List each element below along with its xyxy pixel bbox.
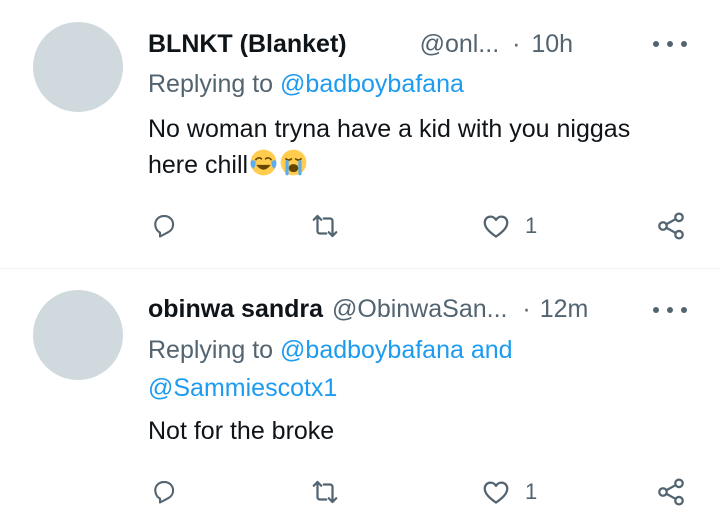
- tweet-header: obinwa sandra @ObinwaSan... · 12m: [148, 289, 620, 329]
- replying-to: Replying to @badboybafana and: [148, 331, 513, 369]
- mention-link-2[interactable]: @Sammiescotx1: [148, 369, 337, 407]
- like-count: 1: [525, 213, 538, 238]
- tweet-actions: 1: [0, 472, 720, 512]
- share-button[interactable]: [655, 472, 687, 512]
- tweet-actions: 1: [0, 206, 720, 246]
- reply-button[interactable]: [150, 206, 178, 246]
- separator-dot: ·: [512, 30, 521, 58]
- like-button[interactable]: 1: [481, 472, 537, 512]
- heart-icon: [483, 215, 509, 238]
- avatar[interactable]: [33, 22, 123, 112]
- retweet-icon: [312, 480, 338, 504]
- more-options-icon[interactable]: [653, 305, 687, 315]
- tweet-header: BLNKT (Blanket) @onl... · 10h: [148, 24, 620, 64]
- replying-to: Replying to @badboybafana: [148, 65, 464, 103]
- retweet-icon: [312, 214, 338, 238]
- replying-to-label: Replying to: [148, 336, 274, 364]
- avatar[interactable]: [33, 290, 123, 380]
- share-button[interactable]: [655, 206, 687, 246]
- timestamp[interactable]: 12m: [540, 295, 589, 323]
- mention-link[interactable]: @badboybafana: [280, 70, 464, 98]
- like-button[interactable]: 1: [481, 206, 537, 246]
- mention-link[interactable]: @badboybafana and: [280, 336, 513, 364]
- loudly-crying-face-icon: [280, 149, 307, 176]
- like-count: 1: [525, 479, 538, 504]
- separator-dot: ·: [522, 295, 531, 323]
- tweet-text: here chill: [148, 151, 249, 179]
- tweet-2[interactable]: obinwa sandra @ObinwaSan... · 12m Replyi…: [0, 269, 720, 510]
- more-options-icon[interactable]: [653, 39, 687, 49]
- display-name[interactable]: obinwa sandra: [148, 295, 323, 323]
- replying-to-label: Replying to: [148, 70, 274, 98]
- reply-button[interactable]: [150, 472, 178, 512]
- share-icon: [658, 478, 684, 506]
- tweet-text-line-1: No woman tryna have a kid with you nigga…: [148, 115, 631, 143]
- tweet-text-line-1: Not for the broke: [148, 417, 335, 445]
- reply-icon: [154, 481, 175, 504]
- user-handle[interactable]: @ObinwaSan...: [332, 295, 507, 323]
- user-handle[interactable]: @onl...: [420, 30, 500, 58]
- tweet-1[interactable]: BLNKT (Blanket) @onl... · 10h Replying t…: [0, 0, 720, 268]
- retweet-button[interactable]: [310, 472, 340, 512]
- retweet-button[interactable]: [310, 206, 340, 246]
- share-icon: [658, 212, 684, 240]
- timestamp[interactable]: 10h: [531, 30, 573, 58]
- display-name[interactable]: BLNKT (Blanket): [148, 30, 347, 58]
- reply-icon: [154, 215, 175, 238]
- tweet-text-line-2: here chill: [148, 146, 308, 184]
- heart-icon: [483, 481, 509, 504]
- face-with-tears-of-joy-icon: [250, 149, 277, 176]
